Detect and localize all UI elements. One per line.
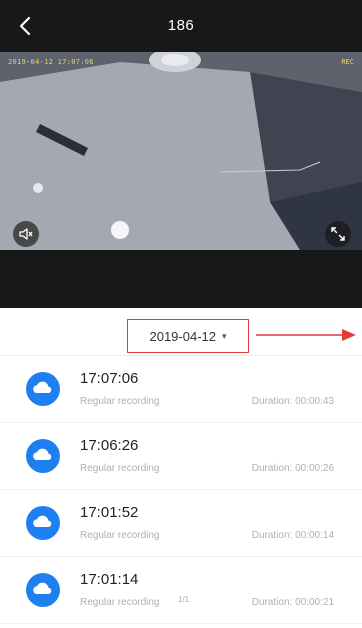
selected-date: 2019-04-12	[149, 328, 216, 344]
recording-type: Regular recording	[80, 463, 160, 474]
recording-time: 17:01:14	[80, 571, 139, 588]
cloud-icon	[26, 372, 60, 406]
recording-time: 17:01:52	[80, 504, 139, 521]
recording-item[interactable]: 17:01:14 Regular recording Duration: 00:…	[0, 557, 362, 624]
player-bottom-band	[0, 250, 362, 308]
speaker-muted-icon	[19, 228, 33, 240]
recording-duration: Duration: 00:00:21	[251, 597, 334, 608]
recording-item[interactable]: 17:06:26 Regular recording Duration: 00:…	[0, 423, 362, 490]
camera-feed-image	[0, 52, 362, 250]
cloud-icon	[26, 573, 60, 607]
fullscreen-button[interactable]	[325, 221, 351, 247]
page-indicator: 1/1	[178, 595, 190, 604]
recording-type: Regular recording	[80, 530, 160, 541]
page-title: 186	[167, 17, 195, 34]
video-timestamp-overlay: 2019-04-12 17:07:06	[8, 58, 94, 66]
video-player[interactable]: 2019-04-12 17:07:06 REC	[0, 52, 362, 250]
fullscreen-icon	[331, 227, 345, 241]
mute-button[interactable]	[13, 221, 39, 247]
top-navigation-bar: 186	[0, 0, 362, 52]
recording-duration: Duration: 00:00:14	[251, 530, 334, 541]
date-picker-dropdown[interactable]: 2019-04-12 ▾	[127, 319, 249, 353]
arrow-right-icon	[256, 329, 356, 341]
recording-list: 17:07:06 Regular recording Duration: 00:…	[0, 356, 362, 624]
caret-down-icon: ▾	[221, 330, 227, 341]
recording-time: 17:07:06	[80, 370, 139, 387]
cloud-icon	[26, 439, 60, 473]
recording-duration: Duration: 00:00:43	[251, 396, 334, 407]
video-rec-overlay: REC	[341, 58, 354, 66]
recording-item[interactable]: 17:01:52 Regular recording Duration: 00:…	[0, 490, 362, 557]
recording-type: Regular recording	[80, 597, 160, 608]
recording-time: 17:06:26	[80, 437, 139, 454]
recording-type: Regular recording	[80, 396, 160, 407]
cloud-icon	[26, 506, 60, 540]
recording-item[interactable]: 17:07:06 Regular recording Duration: 00:…	[0, 356, 362, 423]
date-selector-row: 2019-04-12 ▾	[0, 308, 362, 356]
recording-duration: Duration: 00:00:26	[251, 463, 334, 474]
